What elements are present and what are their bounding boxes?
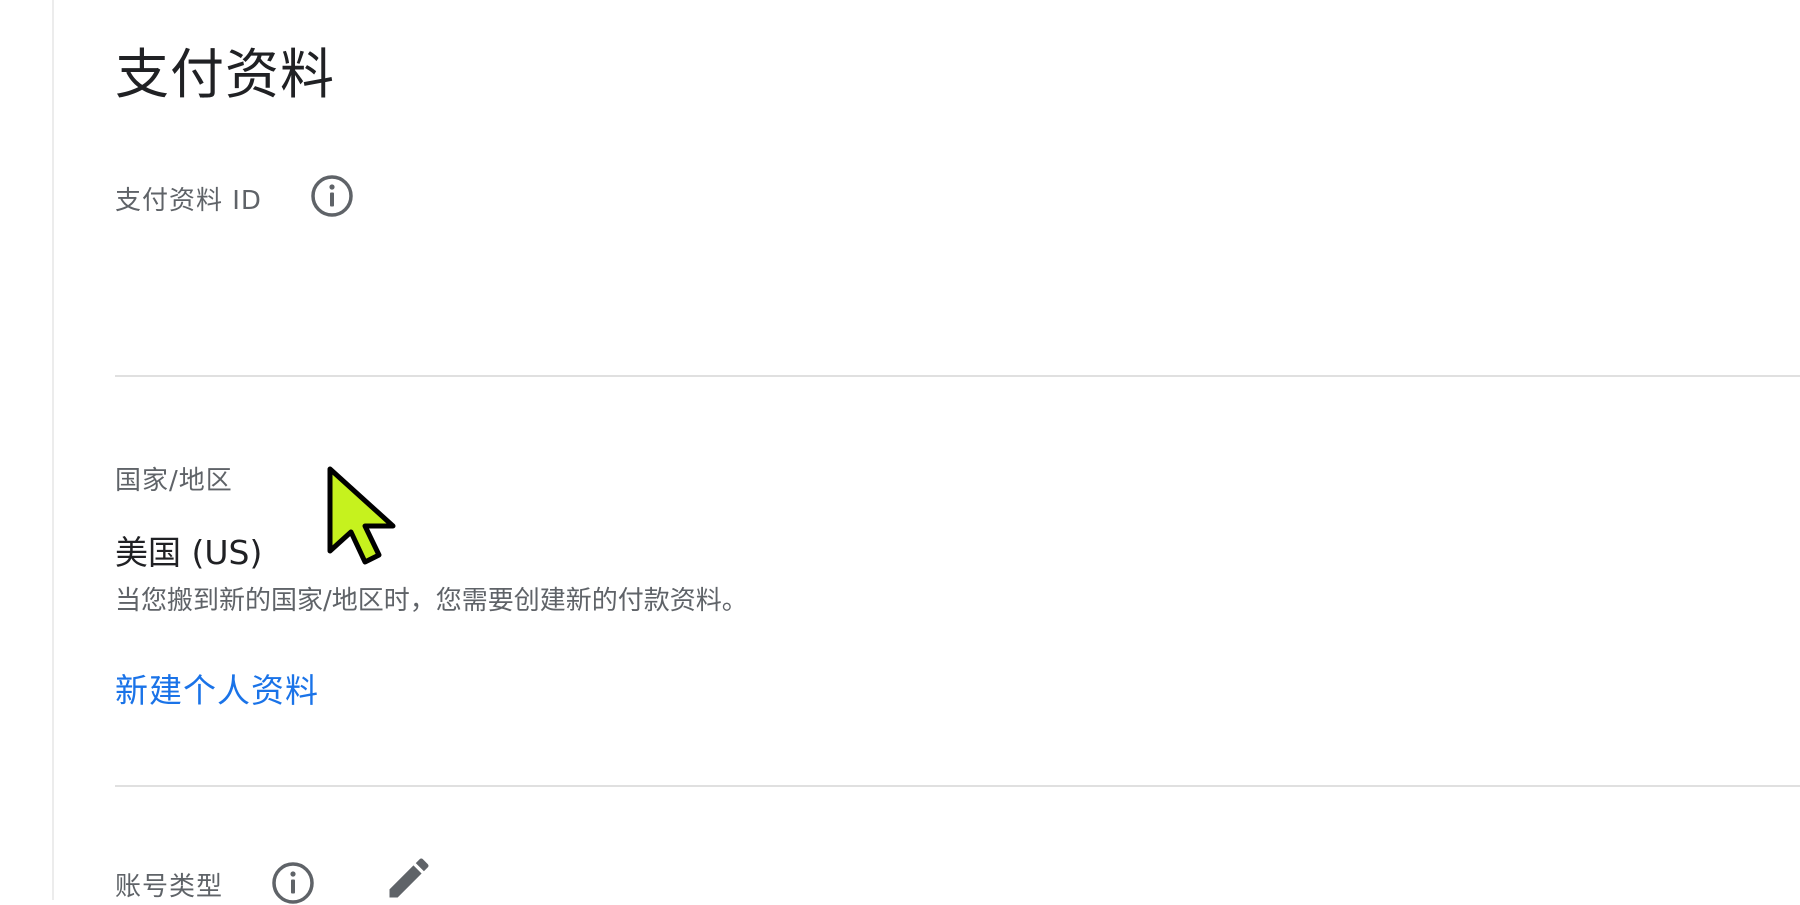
left-border	[52, 0, 54, 900]
section-divider	[115, 375, 1800, 377]
country-value: 美国 (US)	[115, 533, 263, 572]
payment-profile-id-info-icon[interactable]	[310, 174, 354, 218]
account-type-info-icon[interactable]	[271, 861, 315, 905]
page-title: 支付资料	[115, 43, 335, 106]
pencil-icon[interactable]	[383, 852, 435, 904]
country-helper-text: 当您搬到新的国家/地区时，您需要创建新的付款资料。	[115, 586, 748, 616]
section-divider	[115, 785, 1800, 787]
country-label: 国家/地区	[115, 466, 233, 496]
create-new-profile-link[interactable]: 新建个人资料	[115, 664, 319, 712]
payment-profile-panel: 支付资料 支付资料 ID 国家/地区 美国 (US) 当您搬到新的国家/地区时，…	[115, 0, 1800, 904]
payment-profile-id-label: 支付资料 ID	[115, 186, 262, 216]
account-type-label: 账号类型	[115, 872, 224, 902]
